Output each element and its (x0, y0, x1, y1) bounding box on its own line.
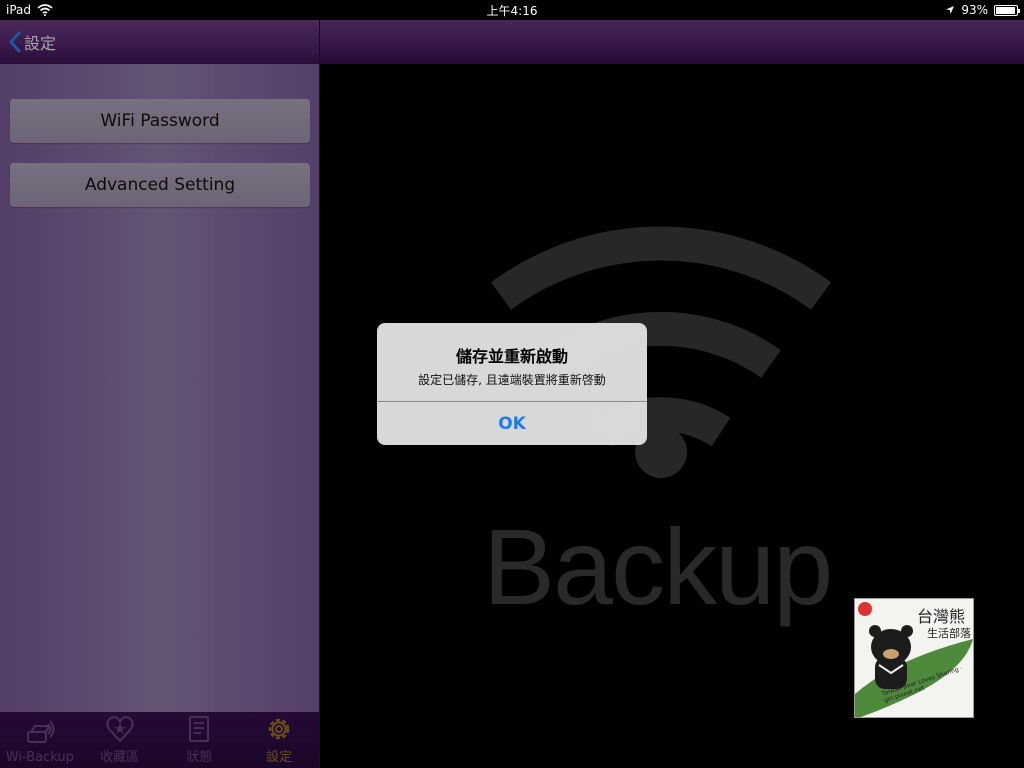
wifi-signal-icon (37, 4, 53, 16)
device-label: iPad (6, 3, 32, 17)
ipad-screen: iPad 上午4:16 93% 設定 WiFi Password Advance… (0, 0, 1024, 768)
battery-fill (996, 6, 1015, 14)
status-left: iPad (6, 3, 53, 17)
battery-icon (994, 4, 1020, 16)
status-bar: iPad 上午4:16 93% (0, 0, 1024, 20)
watermark-badge: 台灣熊 生活部落 Taiwan Bear Loves Sharing · gir… (854, 598, 974, 718)
alert-dialog: 儲存並重新啟動 設定已儲存, 且遠端裝置將重新啓動 OK (377, 323, 647, 445)
alert-message: 設定已儲存, 且遠端裝置將重新啓動 (418, 373, 606, 387)
clock: 上午4:16 (486, 3, 538, 18)
location-arrow-icon (946, 6, 955, 14)
alert-title: 儲存並重新啟動 (455, 347, 568, 366)
status-right: 93% (945, 3, 1020, 17)
battery-percent: 93% (961, 3, 988, 17)
watermark-subtitle: 生活部落 (927, 627, 971, 640)
watermark-title: 台灣熊 (917, 607, 966, 626)
ok-button[interactable]: OK (377, 402, 647, 445)
